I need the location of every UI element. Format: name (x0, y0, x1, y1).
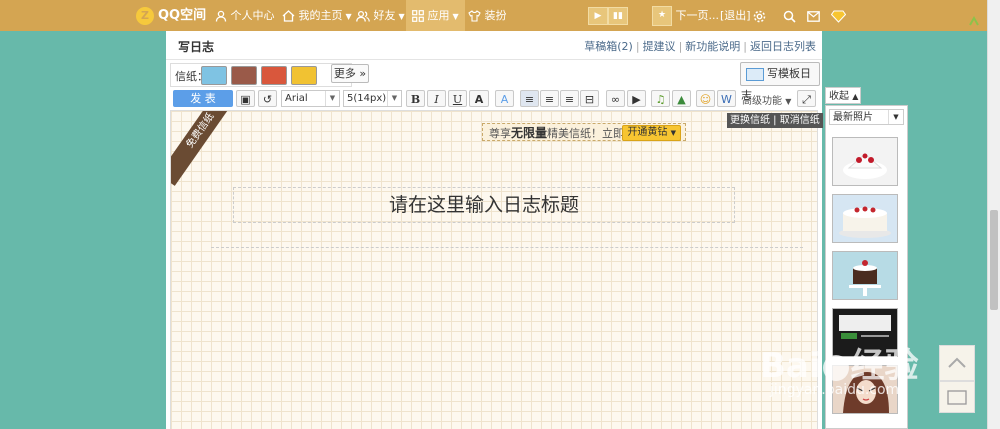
user-icon (215, 10, 227, 22)
header-links: 草稿箱(2) | 提建议 | 新功能说明 | 返回日志列表 (584, 40, 816, 53)
photo-album-select[interactable]: 最新照片 ▼ (829, 109, 904, 125)
search-icon[interactable] (783, 0, 796, 31)
font-family-select[interactable]: Arial ▼ (281, 90, 340, 107)
apps-grid-icon (412, 10, 424, 22)
change-stationery-link[interactable]: 更换信纸 (730, 115, 770, 126)
play-icon[interactable]: ▶ (588, 7, 608, 25)
back-to-top-button[interactable] (939, 345, 975, 381)
stationery-actions: 更换信纸 | 取消信纸 (727, 113, 823, 128)
photo-thumb-1[interactable] (832, 137, 898, 186)
chevron-down-icon: ▼ (398, 12, 405, 21)
promo-banner: 尊享无限量精美信纸！立即 开通黄钻 ▼ (482, 123, 686, 141)
chevron-down-icon: ▼ (785, 97, 792, 106)
advanced-features-dropdown[interactable]: 高级功能 ▼ (742, 92, 791, 107)
blog-title-input[interactable]: 请在这里输入日志标题 (233, 187, 735, 223)
scrollbar-thumb[interactable] (990, 210, 998, 310)
collapse-tab[interactable]: 收起 ▲ (825, 87, 861, 104)
bold-button[interactable]: B (406, 90, 425, 107)
cancel-stationery-link[interactable]: 取消信纸 (780, 115, 820, 126)
chevron-down-icon: ▼ (387, 91, 401, 106)
chevron-up-icon: ▲ (852, 92, 859, 101)
template-icon (746, 67, 764, 81)
nav-apps[interactable]: 应用 ▼ (406, 0, 465, 31)
friends-icon (356, 10, 370, 22)
back-to-list-link[interactable]: 返回日志列表 (750, 40, 816, 53)
align-right-icon[interactable]: ≡ (560, 90, 579, 107)
stationery-picker: 信纸： (170, 63, 352, 87)
watermark-url: jingyan.baidu.com (770, 382, 900, 398)
emoji-icon[interactable]: ☺ (696, 90, 715, 107)
shirt-icon (468, 10, 481, 22)
yellow-diamond-icon[interactable] (830, 0, 847, 31)
equalizer-icon[interactable]: ▮▮ (608, 7, 628, 25)
save-icon[interactable]: ▣ (236, 90, 255, 107)
indent-icon[interactable]: ⊟ (580, 90, 599, 107)
editor-canvas[interactable]: 免费信纸 尊享无限量精美信纸！立即 开通黄钻 ▼ 请在这里输入日志标题 (170, 110, 818, 429)
music-next[interactable]: ★ 下一页... (652, 0, 719, 31)
comment-box-icon (947, 390, 967, 405)
baidu-jingyan-watermark: Bai 经验 (760, 346, 919, 386)
stationery-thumb-1[interactable] (201, 66, 227, 85)
logout-link[interactable]: [退出] (720, 0, 751, 31)
qzone-star-icon: Z (136, 6, 154, 25)
music-star-icon: ★ (652, 6, 672, 26)
title-divider (211, 247, 803, 248)
chevron-down-icon: ▼ (452, 12, 459, 21)
blog-editor-page: 写日志 草稿箱(2) | 提建议 | 新功能说明 | 返回日志列表 信纸： 更多 » 写模板… (166, 31, 822, 429)
italic-button[interactable]: I (427, 90, 446, 107)
template-blog-button[interactable]: 写模板日志 (740, 62, 820, 102)
video-icon[interactable]: ▶ (627, 90, 646, 107)
arrow-up-indicator-icon (968, 0, 988, 31)
editor-toolbar: 发 表 ▣ ↺ Arial ▼ 5(14px) ▼ B I U A A ≡ ≡ ≡ … (170, 89, 818, 109)
align-center-icon[interactable]: ≡ (540, 90, 559, 107)
chevron-down-icon: ▼ (888, 110, 903, 124)
mail-icon[interactable] (807, 0, 820, 31)
feedback-button[interactable] (939, 381, 975, 413)
photo-thumb-2[interactable] (832, 194, 898, 243)
nav-dress-up[interactable]: 装扮 (468, 0, 507, 31)
page-title: 写日志 (178, 40, 215, 54)
word-icon[interactable]: W (717, 90, 736, 107)
chevron-up-icon (948, 357, 966, 368)
font-color-icon[interactable]: A (469, 90, 489, 107)
chevron-down-icon: ▼ (325, 91, 339, 106)
music-icon[interactable]: ♫ (651, 90, 670, 107)
home-icon (282, 10, 295, 22)
free-stationery-ribbon: 免费信纸 (171, 111, 244, 186)
nav-friends[interactable]: 好友 ▼ (356, 0, 405, 31)
page-header: 写日志 草稿箱(2) | 提建议 | 新功能说明 | 返回日志列表 (166, 31, 822, 60)
stationery-thumb-4[interactable] (291, 66, 317, 85)
drafts-link[interactable]: 草稿箱(2) (584, 40, 633, 53)
expand-icon[interactable]: ⤢ (797, 90, 816, 107)
stationery-thumb-3[interactable] (261, 66, 287, 85)
open-yellow-diamond-button[interactable]: 开通黄钻 ▼ (622, 125, 681, 141)
undo-icon[interactable]: ↺ (258, 90, 277, 107)
suggest-link[interactable]: 提建议 (643, 40, 676, 53)
align-left-icon[interactable]: ≡ (520, 90, 539, 107)
new-features-link[interactable]: 新功能说明 (685, 40, 740, 53)
chevron-down-icon: ▼ (345, 12, 352, 21)
font-size-select[interactable]: 5(14px) ▼ (343, 90, 402, 107)
stationery-thumb-2[interactable] (231, 66, 257, 85)
nav-my-home[interactable]: 我的主页 ▼ (282, 0, 352, 31)
image-icon[interactable]: ▲ (672, 90, 691, 107)
nav-personal-center[interactable]: 个人中心 (215, 0, 275, 31)
baidu-paw-icon (822, 354, 849, 381)
qzone-logo[interactable]: Z QQ空间 (136, 0, 206, 31)
link-icon[interactable]: ∞ (606, 90, 625, 107)
settings-gear-icon[interactable] (753, 0, 766, 31)
top-nav-bar: Z QQ空间 个人中心 我的主页 ▼ 好友 ▼ 应用 ▼ 装扮 ▶ ▮▮ ★ 下一页...… (0, 0, 1000, 31)
photo-thumb-3[interactable] (832, 251, 898, 300)
more-stationery-button[interactable]: 更多 » (331, 64, 369, 83)
underline-button[interactable]: U (448, 90, 467, 107)
highlight-icon[interactable]: A (495, 90, 514, 107)
publish-button[interactable]: 发 表 (173, 90, 233, 107)
page-scrollbar[interactable] (987, 0, 1000, 429)
music-controls: ▶ ▮▮ (588, 0, 628, 31)
